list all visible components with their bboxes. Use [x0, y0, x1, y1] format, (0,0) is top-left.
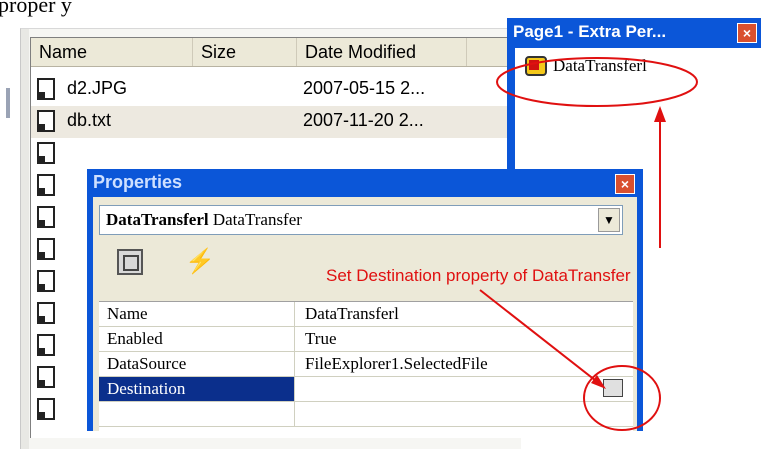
file-icon — [37, 334, 55, 356]
property-row-enabled[interactable]: Enabled True — [99, 327, 633, 352]
file-icon — [37, 238, 55, 260]
property-row-name[interactable]: Name DataTransferl — [99, 302, 633, 327]
column-header-name[interactable]: Name — [31, 38, 193, 66]
chevron-down-icon[interactable]: ▼ — [598, 208, 620, 232]
property-grid: Name DataTransferl Enabled True DataSour… — [99, 301, 633, 432]
properties-view-icon[interactable] — [117, 249, 143, 275]
property-value[interactable]: DataTransferl — [295, 302, 633, 326]
selector-component-name: DataTransferl — [106, 210, 209, 229]
component-label[interactable]: DataTransferl — [553, 56, 647, 76]
file-icon — [37, 110, 55, 132]
file-icon — [37, 174, 55, 196]
file-row[interactable]: d2.JPG 2007-05-15 2... — [31, 74, 521, 106]
annotation-text: Set Destination property of DataTransfer — [326, 266, 631, 285]
panel-edge — [21, 29, 29, 449]
file-date: 2007-05-15 2... — [303, 78, 426, 98]
property-value[interactable] — [295, 377, 633, 401]
extra-window-title: Page1 - Extra Per... — [513, 22, 667, 41]
column-header-size[interactable]: Size — [193, 38, 297, 66]
property-name — [99, 402, 295, 426]
file-icon — [37, 206, 55, 228]
property-name: Name — [99, 302, 295, 326]
column-header-date-modified[interactable]: Date Modified — [297, 38, 467, 66]
file-icon — [37, 270, 55, 292]
file-icon — [37, 398, 55, 420]
component-icon — [525, 56, 547, 76]
panel-splitter[interactable] — [6, 88, 10, 118]
property-value[interactable]: FileExplorer1.SelectedFile — [295, 352, 633, 376]
file-list-header: Name Size Date Modified — [31, 38, 521, 67]
properties-window: Properties × DataTransferl DataTransfer … — [87, 169, 643, 432]
selector-component-type: DataTransfer — [208, 210, 302, 229]
file-name: d2.JPG — [67, 78, 128, 98]
file-icon — [37, 302, 55, 324]
close-icon[interactable]: × — [737, 23, 757, 43]
properties-client: DataTransferl DataTransfer ▼ ⚡ Name Data… — [93, 197, 637, 432]
file-row[interactable]: db.txt 2007-11-20 2... — [31, 106, 521, 138]
property-row-partial[interactable] — [99, 402, 633, 427]
property-name: Enabled — [99, 327, 295, 351]
events-lightning-icon[interactable]: ⚡ — [185, 249, 215, 275]
property-value[interactable] — [295, 402, 633, 426]
top-caption-text: proper y — [0, 0, 72, 17]
file-row-partial[interactable] — [31, 138, 521, 170]
file-icon — [37, 142, 55, 164]
properties-title: Properties — [93, 172, 183, 192]
property-row-datasource[interactable]: DataSource FileExplorer1.SelectedFile — [99, 352, 633, 377]
ellipsis-button[interactable] — [603, 379, 623, 397]
file-icon — [37, 78, 55, 100]
property-value[interactable]: True — [295, 327, 633, 351]
close-icon[interactable]: × — [615, 174, 635, 194]
file-date: 2007-11-20 2... — [303, 110, 424, 130]
property-name: DataSource — [99, 352, 295, 376]
property-row-destination[interactable]: Destination — [99, 377, 633, 402]
property-name: Destination — [99, 377, 295, 401]
component-selector[interactable]: DataTransferl DataTransfer ▼ — [99, 205, 623, 235]
file-icon — [37, 366, 55, 388]
file-name: db.txt — [67, 110, 112, 130]
component-selector-text: DataTransferl DataTransfer — [106, 210, 302, 230]
